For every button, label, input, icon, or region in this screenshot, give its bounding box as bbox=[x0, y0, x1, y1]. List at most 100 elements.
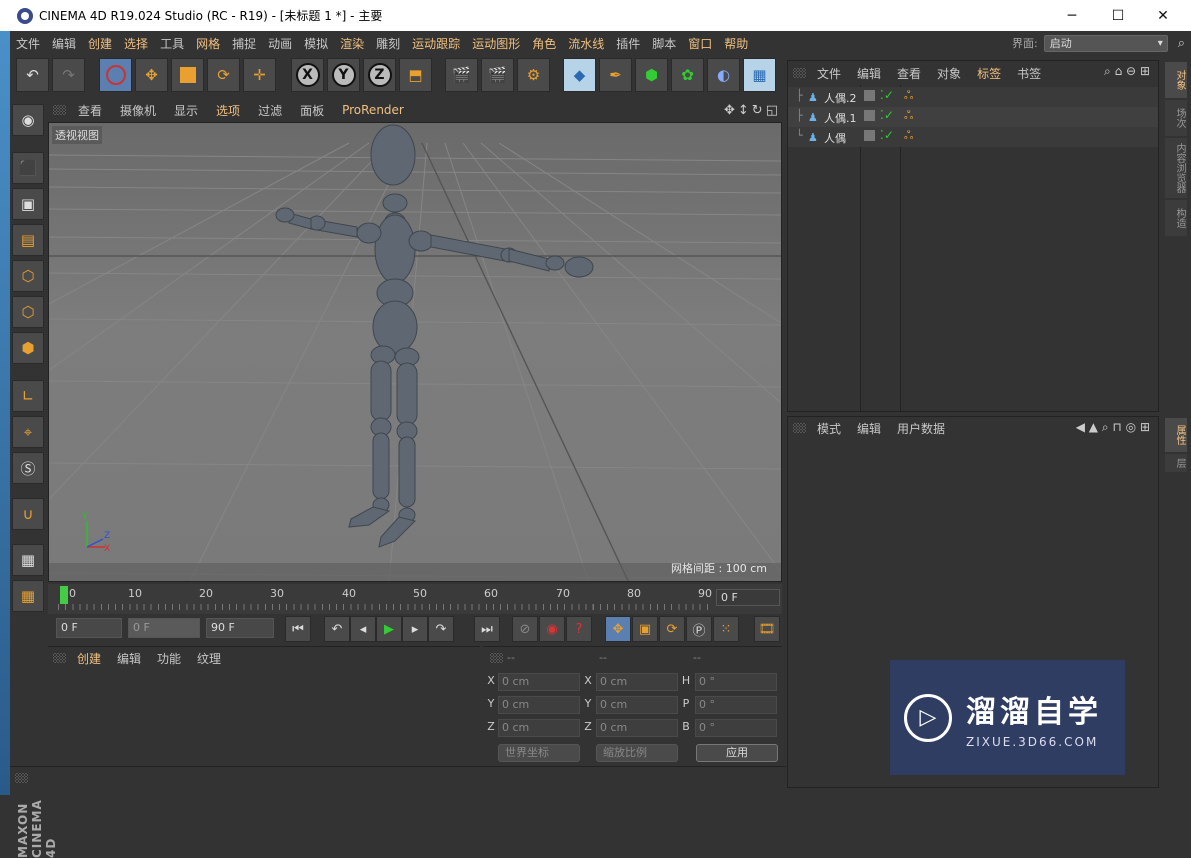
maximize-button[interactable]: ☐ bbox=[1095, 0, 1141, 31]
obj-menu-edit[interactable]: 编辑 bbox=[849, 65, 889, 82]
preview-range-slider[interactable]: 0 F bbox=[128, 618, 200, 638]
obj-menu-tags[interactable]: 标签 bbox=[969, 65, 1009, 82]
menu-select[interactable]: 选择 bbox=[118, 35, 154, 52]
object-name[interactable]: 人偶 bbox=[824, 130, 846, 146]
attr-menu-userdata[interactable]: 用户数据 bbox=[889, 420, 953, 437]
up-arrow-icon[interactable]: ▲ bbox=[1089, 420, 1098, 434]
menu-script[interactable]: 脚本 bbox=[646, 35, 682, 52]
cloner-icon[interactable]: ✿ bbox=[671, 58, 704, 92]
mat-menu-edit[interactable]: 编辑 bbox=[109, 650, 149, 667]
visibility-check-icon[interactable]: ⁚✓ bbox=[880, 128, 894, 142]
vp-menu-prorender[interactable]: ProRender bbox=[333, 103, 413, 117]
tab-layers[interactable]: 层 bbox=[1165, 454, 1187, 472]
layer-swatch[interactable] bbox=[864, 130, 875, 141]
menu-edit[interactable]: 编辑 bbox=[46, 35, 82, 52]
next-frame-icon[interactable]: ▸ bbox=[402, 616, 428, 642]
object-name[interactable]: 人偶.1 bbox=[824, 110, 857, 126]
position-z-field[interactable]: 0 cm bbox=[498, 719, 580, 737]
rotation-h-field[interactable]: 0 ° bbox=[695, 673, 777, 691]
magnet-icon[interactable]: ∪ bbox=[12, 498, 44, 530]
layer-swatch[interactable] bbox=[864, 90, 875, 101]
record-keys-icon[interactable]: ⊘ bbox=[512, 616, 538, 642]
pan-icon[interactable]: ✥ bbox=[724, 103, 735, 118]
object-row[interactable]: └ ♟ 人偶 ⁚✓ ஃ bbox=[788, 127, 1158, 147]
minimize-button[interactable]: ─ bbox=[1049, 0, 1095, 31]
tab-objects[interactable]: 对象 bbox=[1165, 62, 1187, 98]
axis-mode-icon[interactable]: ∟ bbox=[12, 380, 44, 412]
menu-simulate[interactable]: 模拟 bbox=[298, 35, 334, 52]
planar-workplane-icon[interactable]: ▦ bbox=[12, 580, 44, 612]
mat-menu-texture[interactable]: 纹理 bbox=[189, 650, 229, 667]
timeline-window-icon[interactable]: 🎞 bbox=[754, 616, 780, 642]
size-x-field[interactable]: 0 cm bbox=[596, 673, 678, 691]
y-axis-lock-icon[interactable]: Y bbox=[327, 58, 360, 92]
snap-icon[interactable]: Ⓢ bbox=[12, 452, 44, 484]
scale-tool-icon[interactable] bbox=[171, 58, 204, 92]
rotation-b-field[interactable]: 0 ° bbox=[695, 719, 777, 737]
pen-icon[interactable]: ✒ bbox=[599, 58, 632, 92]
position-x-field[interactable]: 0 cm bbox=[498, 673, 580, 691]
coordinate-system-icon[interactable]: ⬒ bbox=[399, 58, 432, 92]
new-window-icon[interactable]: ⊞ bbox=[1140, 420, 1150, 434]
render-view-icon[interactable]: 🎬 bbox=[445, 58, 478, 92]
new-window-icon[interactable]: ⊞ bbox=[1140, 64, 1150, 78]
floor-icon[interactable]: ▦ bbox=[743, 58, 776, 92]
obj-menu-bookmarks[interactable]: 书签 bbox=[1009, 65, 1049, 82]
mat-menu-create[interactable]: 创建 bbox=[69, 650, 109, 667]
grip-handle[interactable] bbox=[53, 653, 66, 663]
search-icon[interactable]: ⌕ bbox=[1104, 64, 1111, 78]
end-frame-field[interactable]: 90 F bbox=[206, 618, 274, 638]
play-icon[interactable]: ▶ bbox=[376, 616, 402, 642]
autokey-icon[interactable]: ◉ bbox=[539, 616, 565, 642]
render-to-picture-viewer-icon[interactable]: 🎬 bbox=[481, 58, 514, 92]
obj-menu-file[interactable]: 文件 bbox=[809, 65, 849, 82]
go-to-end-icon[interactable]: ⏭ bbox=[474, 616, 500, 642]
vp-menu-options[interactable]: 选项 bbox=[207, 102, 249, 119]
cube-icon[interactable]: ◆ bbox=[563, 58, 596, 92]
size-y-field[interactable]: 0 cm bbox=[596, 696, 678, 714]
tag-icon[interactable]: ஃ bbox=[904, 128, 913, 144]
z-axis-lock-icon[interactable]: Z bbox=[363, 58, 396, 92]
visibility-check-icon[interactable]: ⁚✓ bbox=[880, 108, 894, 122]
previous-frame-icon[interactable]: ◂ bbox=[350, 616, 376, 642]
timeline-ruler[interactable]: 0 10 20 30 40 50 60 70 80 90 bbox=[58, 584, 712, 610]
key-position-icon[interactable]: ✥ bbox=[605, 616, 631, 642]
toggle-view-icon[interactable]: ◱ bbox=[766, 103, 778, 118]
grip-handle[interactable] bbox=[793, 68, 806, 78]
size-z-field[interactable]: 0 cm bbox=[596, 719, 678, 737]
menu-mograph[interactable]: 运动图形 bbox=[466, 35, 526, 52]
vp-menu-camera[interactable]: 摄像机 bbox=[111, 102, 165, 119]
tag-icon[interactable]: ஃ bbox=[904, 88, 913, 104]
menu-sculpt[interactable]: 雕刻 bbox=[370, 35, 406, 52]
redo-icon[interactable]: ↷ bbox=[52, 58, 85, 92]
rotation-p-field[interactable]: 0 ° bbox=[695, 696, 777, 714]
object-row[interactable]: ├ ♟ 人偶.2 ⁚✓ ஃ bbox=[788, 87, 1158, 107]
grip-handle[interactable] bbox=[793, 423, 806, 433]
undo-icon[interactable]: ↶ bbox=[16, 58, 49, 92]
start-frame-field[interactable]: 0 F bbox=[56, 618, 122, 638]
render-settings-icon[interactable]: ⚙ bbox=[517, 58, 550, 92]
timeline[interactable]: 0 10 20 30 40 50 60 70 80 90 0 F bbox=[48, 584, 782, 614]
menu-window[interactable]: 窗口 bbox=[682, 35, 718, 52]
grip-handle[interactable] bbox=[490, 653, 503, 663]
tweak-mode-icon[interactable]: ⌖ bbox=[12, 416, 44, 448]
position-y-field[interactable]: 0 cm bbox=[498, 696, 580, 714]
vp-menu-filter[interactable]: 过滤 bbox=[249, 102, 291, 119]
attr-menu-edit[interactable]: 编辑 bbox=[849, 420, 889, 437]
rotate-tool-icon[interactable]: ⟳ bbox=[207, 58, 240, 92]
vp-menu-panel[interactable]: 面板 bbox=[291, 102, 333, 119]
playhead[interactable] bbox=[60, 586, 68, 604]
tab-takes[interactable]: 场次 bbox=[1165, 100, 1187, 136]
obj-menu-view[interactable]: 查看 bbox=[889, 65, 929, 82]
lock-icon[interactable]: ⊓ bbox=[1112, 420, 1121, 434]
key-rotation-icon[interactable]: ⟳ bbox=[659, 616, 685, 642]
menu-help[interactable]: 帮助 bbox=[718, 35, 754, 52]
menu-motion-tracker[interactable]: 运动跟踪 bbox=[406, 35, 466, 52]
home-icon[interactable]: ⌂ bbox=[1115, 64, 1123, 78]
orbit-icon[interactable]: ↻ bbox=[752, 103, 763, 118]
points-mode-icon[interactable]: ⬡ bbox=[12, 260, 44, 292]
workplane-mode-icon[interactable]: ▤ bbox=[12, 224, 44, 256]
previous-key-icon[interactable]: ↶ bbox=[324, 616, 350, 642]
vp-menu-view[interactable]: 查看 bbox=[69, 102, 111, 119]
texture-mode-icon[interactable]: ▣ bbox=[12, 188, 44, 220]
